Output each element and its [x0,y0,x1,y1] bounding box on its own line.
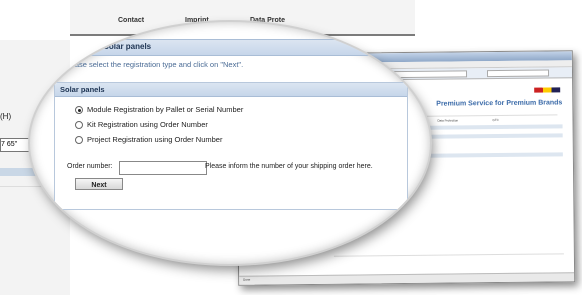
order-number-input[interactable] [119,161,207,175]
registration-header: Registration: Solar panels [30,39,430,56]
solar-panels-panel: Solar panels Module Registration by Pall… [54,82,408,210]
option-label: Kit Registration using Order Number [87,120,208,129]
browser-nav-item[interactable]: GTC [492,118,498,122]
radio-icon[interactable] [75,136,83,144]
option-label: Project Registration using Order Number [87,135,223,144]
magnifier-lens: Registration: Solar panels Please select… [30,22,430,264]
browser-nav-item[interactable]: Data Protection [437,118,458,122]
order-number-hint: Please inform the number of your shippin… [205,163,373,170]
option-label: Module Registration by Pallet or Serial … [87,105,244,114]
radio-icon[interactable] [75,121,83,129]
registration-instruction: Please select the registration type and … [64,60,244,69]
left-select-value: 7 65" [1,141,18,148]
browser-brand-slogan: Premium Service for Premium Brands [436,99,563,108]
registration-title: Registration: Solar panels [52,42,152,51]
language-flags-icon[interactable] [534,87,561,93]
left-fragment-text: (H) [0,112,12,121]
next-button[interactable]: Next [75,178,123,190]
browser-search-field[interactable] [486,69,550,78]
order-number-label: Order number: [67,163,113,170]
panel-title: Solar panels [60,85,105,94]
radio-selected-icon[interactable] [75,106,83,114]
status-text: Done [243,277,251,282]
panel-header: Solar panels [55,83,407,97]
